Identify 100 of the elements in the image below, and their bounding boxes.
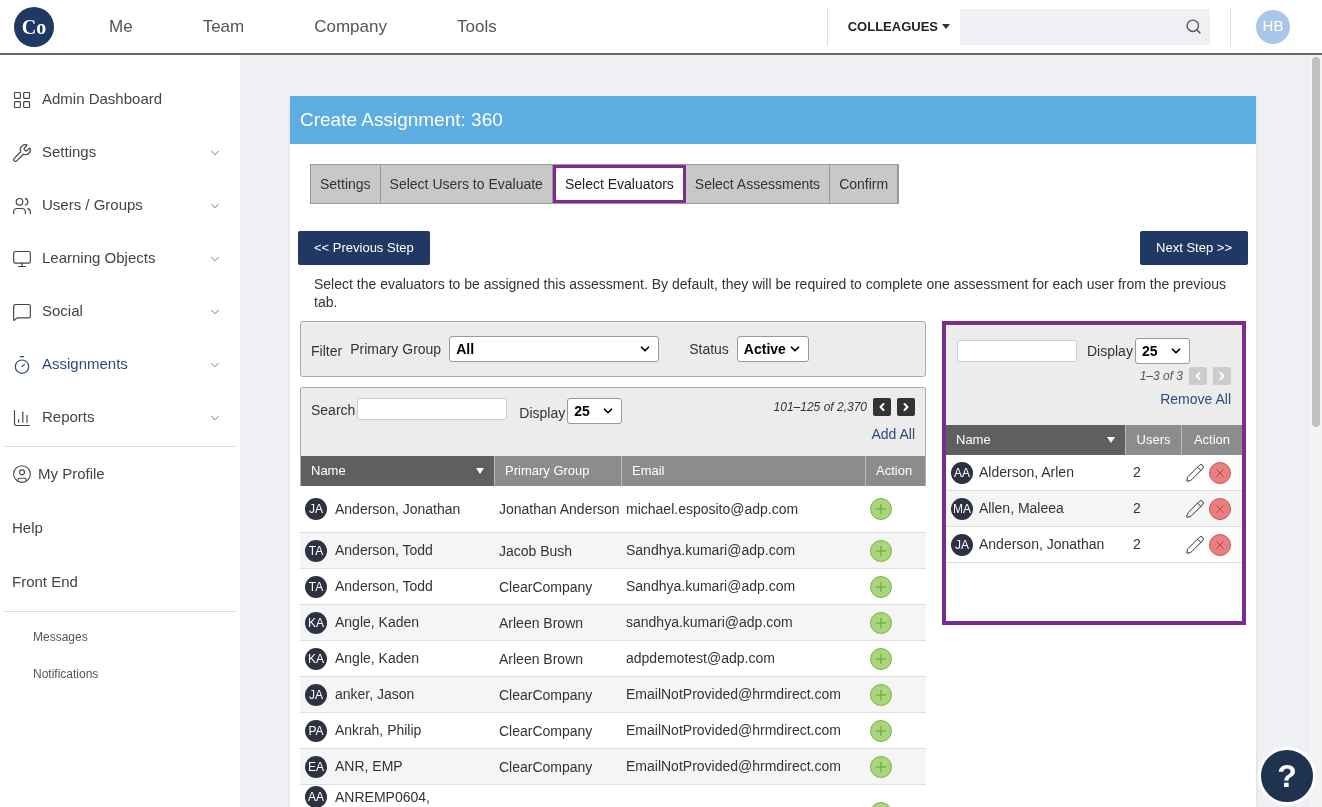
table-cell: 2 [1133,464,1141,480]
add-button[interactable] [870,611,892,634]
table-cell: ClearCompany [499,686,593,703]
remove-button[interactable] [1209,461,1231,484]
add-button[interactable] [870,683,892,706]
table-cell-text: Anderson, Jonathan [979,535,1105,554]
remove-button[interactable] [1209,533,1231,556]
table-cell-text: Angle, Kaden [335,649,420,668]
sidebar-link[interactable]: Front End [4,555,236,609]
wrench-icon [12,142,32,163]
add-button[interactable] [870,575,892,598]
chat-icon [12,301,32,322]
search-field[interactable] [957,340,1077,362]
next-page-button[interactable] [897,398,915,416]
avatar: MA [951,497,973,520]
table-cell: 2 [1133,536,1141,552]
sidebar-sublink[interactable]: Notifications [4,655,236,692]
page-range: 1–3 of 3 [1139,368,1183,385]
table-cell: Jacob Bush [499,542,573,559]
card-header: Create Assignment: 360 [290,96,1256,144]
display-select[interactable]: 25 [567,398,623,424]
sidebar-link[interactable]: Help [4,501,236,555]
previous-step-button[interactable]: << Previous Step [298,231,430,265]
edit-icon[interactable] [1185,498,1205,519]
nav-link[interactable]: Tools [446,13,507,40]
grid-icon [12,89,32,110]
step-tab[interactable]: Select Assessments [685,165,831,203]
edit-icon[interactable] [1185,534,1205,555]
table-cell-text: anker, Jason [335,685,415,704]
add-button[interactable] [870,539,892,562]
sidebar-item[interactable]: Reports [4,391,236,444]
help-button[interactable]: ? [1258,747,1316,805]
step-tab[interactable]: Settings [311,165,381,203]
table-cell-text: Ankrah, Philip [335,721,422,740]
status-select[interactable]: Active [736,336,809,362]
avatar: KA [305,611,327,634]
avatar: TA [305,575,327,598]
step-tab[interactable]: Select Evaluators [552,165,686,203]
stopwatch-icon [12,354,32,375]
sidebar-item[interactable]: Assignments [4,338,236,391]
profile-icon [12,464,32,484]
sidebar-sublink[interactable]: Messages [4,618,236,655]
sort-icon [1107,437,1115,443]
caret-icon [942,24,950,29]
search-field[interactable] [357,398,508,420]
scope-dropdown[interactable]: COLLEAGUES [847,16,950,37]
add-all-link[interactable]: Add All [871,424,915,445]
table-cell: EmailNotProvided@hrmdirect.com [626,686,841,702]
avatar: AA [305,786,327,807]
add-button[interactable] [870,755,892,778]
table-cell-text: Anderson, Todd [335,577,433,596]
search-icon[interactable] [1185,18,1202,35]
table-cell: ClearCompany [499,722,593,739]
sidebar-item[interactable]: Admin Dashboard [4,73,236,126]
avatar: KA [305,647,327,670]
step-tab[interactable]: Confirm [830,165,899,203]
table-cell-text: ANR, EMP [335,757,403,776]
step-tab[interactable]: Select Users to Evaluate [380,165,553,203]
avatar: TA [305,539,327,562]
table-cell: Arleen Brown [499,614,584,631]
instructions-text: Select the evaluators to be assigned this assessment. By default, they will be required to complete one assessment for each user from the previous tab. [313,275,1228,311]
scrollbar[interactable] [1310,55,1322,807]
field-label: Search [311,401,356,420]
table-cell: adpdemotest@adp.com [626,650,775,666]
table-cell: Arleen Brown [499,650,584,667]
nav-link[interactable]: Me [99,13,143,40]
add-button[interactable] [870,647,892,670]
table-cell: michael.esposito@adp.com [626,500,799,517]
remove-button[interactable] [1209,497,1231,520]
sidebar-link[interactable]: My Profile [4,447,236,501]
avatar: JA [305,683,327,706]
display-select[interactable]: 25 [1134,338,1190,364]
add-button[interactable] [870,719,892,742]
sort-icon [476,468,484,474]
table-cell: sandhya.kumari@adp.com [626,614,793,630]
table-cell-text: ANREMP0604, [335,787,430,807]
logo[interactable]: Co [14,6,54,47]
avatar: EA [305,755,327,778]
nav-link[interactable]: Company [304,13,397,40]
bar-chart-icon [12,407,32,428]
sidebar-item[interactable]: Users / Groups [4,179,236,232]
search-field[interactable] [960,8,1210,45]
sidebar-item[interactable]: Learning Objects [4,232,236,285]
page-range: 101–125 of 2,370 [773,399,867,416]
table-cell: Jonathan Anderson [499,501,620,517]
column-header[interactable]: Name [946,425,1125,455]
table-cell-text: Angle, Kaden [335,613,420,632]
table-cell: 2 [1133,500,1141,516]
group-select[interactable]: All [449,336,660,362]
sidebar-item[interactable]: Social [4,285,236,338]
table-cell: ClearCompany [499,578,593,595]
table-cell: Sandhya.kumari@adp.com [626,542,796,558]
column-header[interactable]: Name [301,456,494,486]
add-button[interactable] [870,498,892,520]
remove-all-link[interactable]: Remove All [1160,389,1231,410]
next-step-button[interactable]: Next Step >> [1140,231,1248,265]
nav-link[interactable]: Team [192,13,255,40]
sidebar-item[interactable]: Settings [4,126,236,179]
previous-page-button[interactable] [873,398,891,416]
edit-icon[interactable] [1185,462,1205,483]
